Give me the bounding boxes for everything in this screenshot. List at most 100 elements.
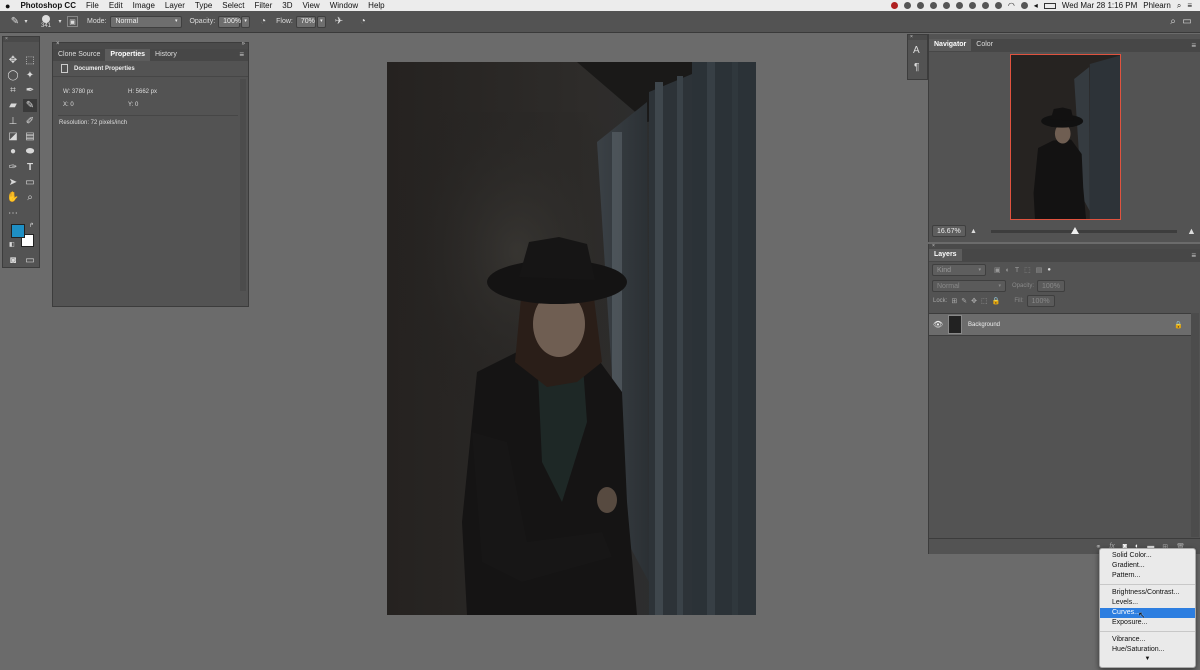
flow-input[interactable]: 70% xyxy=(295,15,316,28)
volume-icon[interactable]: ◂ xyxy=(1034,1,1038,10)
brush-tool-icon[interactable]: ✎ xyxy=(23,99,37,112)
pressure-size-icon[interactable]: ◔ xyxy=(356,15,370,29)
eraser-tool-icon[interactable]: ◪ xyxy=(6,130,20,143)
status-icon[interactable] xyxy=(942,2,950,9)
panel-menu-icon[interactable]: ≡ xyxy=(1191,249,1196,262)
menu-select[interactable]: Select xyxy=(217,1,249,10)
menu-3d[interactable]: 3D xyxy=(277,1,297,10)
time-machine-icon[interactable] xyxy=(955,2,963,9)
navigator-thumbnail[interactable] xyxy=(1010,54,1121,220)
menu-item-gradient[interactable]: Gradient... xyxy=(1100,561,1195,571)
user-name[interactable]: Phlearn xyxy=(1143,1,1171,10)
menu-item-pattern[interactable]: Pattern... xyxy=(1100,571,1195,581)
opacity-dropdown[interactable]: ▾ xyxy=(241,15,251,28)
airbrush-icon[interactable]: ✈ xyxy=(332,15,346,29)
marquee-tool-icon[interactable]: ⬚ xyxy=(23,54,37,67)
lock-artboard-icon[interactable]: ⬚ xyxy=(981,297,988,305)
zoom-tool-icon[interactable]: ⌕ xyxy=(23,191,37,204)
opacity-input[interactable]: 100% xyxy=(218,15,241,28)
menu-edit[interactable]: Edit xyxy=(104,1,128,10)
menu-item-solid-color[interactable]: Solid Color... xyxy=(1100,551,1195,561)
battery-icon[interactable] xyxy=(1043,2,1056,9)
workspace-icon[interactable]: ▭ xyxy=(1180,15,1194,29)
move-tool-icon[interactable]: ✥ xyxy=(6,54,20,67)
lock-all-icon[interactable]: 🔒 xyxy=(992,297,1001,305)
spotlight-icon[interactable]: ⌕ xyxy=(1177,1,1181,11)
menu-type[interactable]: Type xyxy=(190,1,217,10)
crop-tool-icon[interactable]: ⌗ xyxy=(6,84,20,97)
document-canvas[interactable] xyxy=(387,62,756,615)
clone-stamp-tool-icon[interactable]: ⊥ xyxy=(6,115,20,128)
status-icon[interactable] xyxy=(929,2,937,9)
gradient-tool-icon[interactable]: ▤ xyxy=(23,130,37,143)
wifi-icon[interactable]: ◠ xyxy=(1008,1,1015,10)
layer-opacity-input[interactable]: 100% xyxy=(1037,280,1066,292)
brush-settings-icon[interactable]: ▣ xyxy=(67,16,78,27)
zoom-out-icon[interactable]: ▲ xyxy=(970,228,977,235)
lasso-tool-icon[interactable]: ◯ xyxy=(6,69,20,82)
apple-icon[interactable]: ● xyxy=(0,1,15,11)
menu-help[interactable]: Help xyxy=(363,1,389,10)
more-tools-icon[interactable]: ⋯ xyxy=(6,207,20,220)
mode-select[interactable]: Normal ▾ xyxy=(110,15,183,28)
tab-layers[interactable]: Layers xyxy=(929,249,962,261)
fill-input[interactable]: 100% xyxy=(1026,295,1055,307)
layers-scrollbar[interactable] xyxy=(1191,313,1199,537)
creative-cloud-icon[interactable] xyxy=(890,2,898,9)
y-value[interactable]: Y: 0 xyxy=(128,102,138,108)
tab-clone-source[interactable]: Clone Source xyxy=(53,49,105,61)
status-icon[interactable] xyxy=(916,2,924,9)
clock[interactable]: Wed Mar 28 1:16 PM xyxy=(1062,1,1137,10)
menu-scroll-down-indicator[interactable]: ▼ xyxy=(1100,655,1195,663)
tab-properties[interactable]: Properties xyxy=(105,49,151,61)
swap-colors-icon[interactable]: ↱ xyxy=(29,222,34,229)
dodge-tool-icon[interactable]: ⬬ xyxy=(23,145,37,158)
screen-mode-icon[interactable]: ▭ xyxy=(23,254,37,267)
filter-adjustment-icon[interactable]: ◐ xyxy=(1006,267,1010,274)
brush-preset-picker[interactable]: 341 xyxy=(36,14,56,29)
hand-tool-icon[interactable]: ✋ xyxy=(6,191,20,204)
app-name-menu[interactable]: Photoshop CC xyxy=(15,1,81,10)
filter-toggle-icon[interactable]: ● xyxy=(1047,267,1051,273)
menu-item-vibrance[interactable]: Vibrance... xyxy=(1100,635,1195,645)
search-icon[interactable]: ⌕ xyxy=(1166,15,1180,29)
notification-center-icon[interactable]: ≡ xyxy=(1187,1,1192,10)
menu-window[interactable]: Window xyxy=(325,1,363,10)
zoom-in-icon[interactable]: ▲ xyxy=(1187,226,1196,236)
menu-view[interactable]: View xyxy=(298,1,325,10)
close-icon[interactable]: × xyxy=(56,41,60,47)
panel-menu-icon[interactable]: ≡ xyxy=(1191,39,1196,52)
zoom-slider[interactable] xyxy=(990,226,1177,234)
quick-mask-icon[interactable]: ◙ xyxy=(6,254,20,267)
brush-tool-icon[interactable]: ✎ xyxy=(8,15,22,29)
menu-item-exposure[interactable]: Exposure... xyxy=(1100,618,1195,628)
width-value[interactable]: W: 3780 px xyxy=(63,89,93,95)
menu-image[interactable]: Image xyxy=(128,1,160,10)
character-panel-icon[interactable]: A xyxy=(913,45,920,56)
menu-item-brightness-contrast[interactable]: Brightness/Contrast... xyxy=(1100,588,1195,598)
collapse-icon[interactable]: » xyxy=(242,41,245,47)
filter-smart-object-icon[interactable]: ▤ xyxy=(1036,266,1043,274)
menu-layer[interactable]: Layer xyxy=(160,1,190,10)
path-selection-tool-icon[interactable]: ➤ xyxy=(6,176,20,189)
default-colors-icon[interactable]: ◧ xyxy=(9,241,15,248)
menu-file[interactable]: File xyxy=(81,1,104,10)
airplay-icon[interactable] xyxy=(1020,2,1028,9)
height-value[interactable]: H: 5662 px xyxy=(128,89,157,95)
healing-brush-tool-icon[interactable]: ▰ xyxy=(6,99,20,112)
bluetooth-icon[interactable] xyxy=(994,2,1002,9)
chevron-down-icon[interactable]: ▾ xyxy=(22,15,30,29)
paragraph-panel-icon[interactable]: ¶ xyxy=(914,62,919,73)
menu-filter[interactable]: Filter xyxy=(250,1,278,10)
menu-item-curves[interactable]: Curves... xyxy=(1100,608,1195,618)
tab-history[interactable]: History xyxy=(150,49,182,61)
rectangle-tool-icon[interactable]: ▭ xyxy=(23,176,37,189)
tab-navigator[interactable]: Navigator xyxy=(929,39,972,51)
lock-transparent-icon[interactable]: ⊞ xyxy=(951,297,957,305)
status-icon[interactable] xyxy=(981,2,989,9)
layer-name[interactable]: Background xyxy=(968,322,1000,328)
filter-shape-icon[interactable]: ⬚ xyxy=(1024,266,1031,274)
zoom-value-input[interactable]: 16.67% xyxy=(932,225,966,237)
panel-menu-icon[interactable]: ≡ xyxy=(239,49,244,61)
menu-item-levels[interactable]: Levels... xyxy=(1100,598,1195,608)
